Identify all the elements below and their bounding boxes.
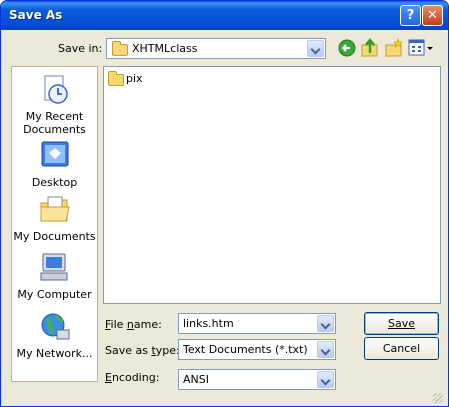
places-label: My Recent Documents [23, 110, 86, 136]
my-network-icon [41, 313, 69, 340]
save-button[interactable]: Save [364, 312, 439, 335]
file-list[interactable]: pix [103, 66, 441, 304]
save-type-value: Text Documents (*.txt) [183, 343, 308, 356]
save-type-label: Save as type: [105, 344, 180, 357]
back-arrow-icon[interactable] [338, 39, 356, 57]
window-title: Save As [9, 8, 63, 22]
places-item-my-documents[interactable]: My Documents [12, 193, 97, 243]
resize-grip[interactable] [433, 393, 443, 403]
help-button[interactable]: ? [400, 5, 421, 26]
up-folder-icon[interactable] [361, 38, 379, 58]
places-label: My Documents [13, 230, 96, 243]
desktop-icon [41, 141, 68, 167]
save-as-dialog: Save As ? ✕ Save in: XHTMLclass My Recen… [0, 0, 449, 407]
close-button[interactable]: ✕ [422, 5, 443, 26]
recent-documents-icon [44, 75, 68, 104]
places-item-desktop[interactable]: Desktop [12, 139, 97, 189]
chevron-down-icon[interactable] [307, 40, 324, 57]
places-bar: My Recent Documents Desktop My Documents [11, 66, 98, 382]
save-in-dropdown[interactable]: XHTMLclass [106, 38, 326, 59]
places-label: My Computer [17, 288, 92, 301]
places-item-my-network[interactable]: My Network... [12, 310, 97, 360]
folder-icon [108, 71, 124, 86]
my-documents-icon [40, 196, 70, 222]
my-computer-icon [40, 253, 67, 281]
places-label: My Network... [16, 347, 93, 360]
views-menu-icon[interactable] [408, 39, 434, 57]
folder-icon [112, 41, 128, 56]
save-in-value: XHTMLclass [132, 42, 198, 55]
new-folder-icon[interactable] [385, 38, 403, 58]
file-name-label: File name: [105, 318, 162, 331]
encoding-dropdown[interactable]: ANSI [178, 369, 336, 390]
chevron-down-icon[interactable] [317, 371, 334, 388]
save-in-label: Save in: [58, 42, 103, 55]
title-bar[interactable]: Save As ? ✕ [1, 1, 448, 30]
file-name-value: links.htm [183, 317, 234, 330]
encoding-label: Encoding: [105, 371, 160, 384]
save-type-dropdown[interactable]: Text Documents (*.txt) [178, 339, 336, 360]
places-item-recent[interactable]: My Recent Documents [12, 73, 97, 136]
list-item[interactable]: pix [108, 71, 168, 87]
cancel-button[interactable]: Cancel [364, 337, 439, 360]
chevron-down-icon[interactable] [317, 315, 334, 332]
chevron-down-icon[interactable] [317, 341, 334, 358]
places-item-my-computer[interactable]: My Computer [12, 251, 97, 301]
file-name: pix [126, 72, 143, 85]
places-label: Desktop [31, 176, 78, 189]
dialog-body: Save in: XHTMLclass My Recent Documents … [4, 30, 445, 405]
encoding-value: ANSI [183, 373, 209, 386]
file-name-field[interactable]: links.htm [178, 313, 336, 334]
